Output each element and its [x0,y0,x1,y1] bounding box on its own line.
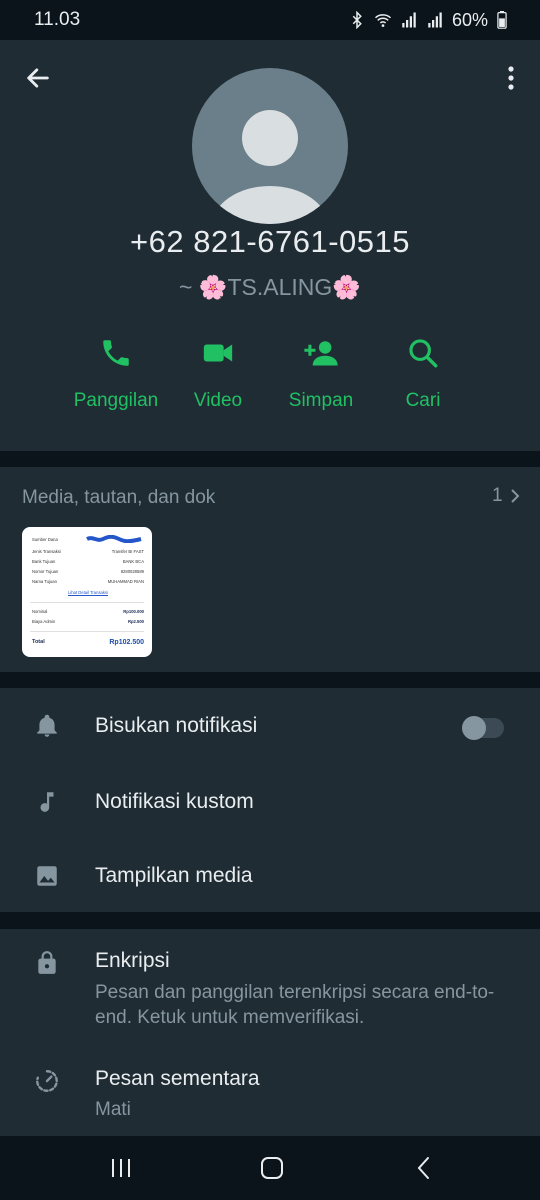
media-visibility-row[interactable]: Tampilkan media [0,840,540,912]
receipt-row: Sumber Dana [32,537,58,542]
custom-notifications-label: Notifikasi kustom [95,790,254,813]
status-bar: 11.03 60% [0,0,540,40]
search-button[interactable]: Cari [363,336,483,426]
disappearing-messages-value: Mati [95,1099,131,1120]
encryption-row[interactable]: Enkripsi Pesan dan panggilan terenkripsi… [0,929,540,1035]
battery-icon [497,11,507,29]
receipt-row: Nominal Rp100.000 [32,609,144,614]
image-icon [37,866,57,886]
lock-icon [38,951,56,974]
status-icons: 60% [348,10,508,31]
chevron-right-icon [510,489,519,503]
add-contact-icon [304,341,338,366]
receipt-row: Biaya Admin Rp2.500 [32,619,144,624]
video-button[interactable]: Video [158,336,278,426]
receipt-total-row: Total Rp102.500 [32,639,144,646]
battery-percent: 60% [451,9,488,30]
media-section[interactable]: Media, tautan, dan dok 1 Sumber Dana Jen… [0,467,540,672]
mute-notifications-label: Bisukan notifikasi [95,714,258,737]
mute-toggle[interactable] [462,716,504,740]
wifi-icon [374,14,391,27]
signal-icon [402,12,416,28]
search-label: Cari [405,390,441,411]
media-visibility-label: Tampilkan media [95,864,253,887]
disappearing-messages-row[interactable]: Pesan sementara Mati [0,1051,540,1131]
search-icon [409,339,438,368]
encryption-subtitle: Pesan dan panggilan terenkripsi secara e… [95,982,495,1028]
contact-alias: ~ 🌸TS.ALING🌸 [179,274,361,300]
video-label: Video [193,390,243,411]
action-bar: Panggilan Video Simpan Cari [0,336,540,426]
media-title: Media, tautan, dan dok [22,487,216,508]
receipt-link: Lihat Detail Transaksi [67,590,109,595]
phone-icon [103,340,129,366]
bluetooth-icon [352,11,362,29]
recent-apps-icon[interactable] [107,1154,135,1182]
receipt-row: Jenis Transaksi Transfer BI FAST [32,549,144,554]
disappearing-messages-title: Pesan sementara [95,1067,260,1090]
contact-header: +62 821-6761-0515 ~ 🌸TS.ALING🌸 Panggilan… [0,40,540,451]
more-options-icon[interactable] [500,64,522,92]
notification-settings: Bisukan notifikasi Notifikasi kustom Tam… [0,688,540,912]
timer-icon [36,1070,58,1092]
back-nav-icon[interactable] [410,1154,438,1182]
media-thumbnail[interactable]: Sumber Dana Jenis Transaksi Transfer BI F… [22,527,152,657]
bell-icon [37,714,57,737]
system-nav-bar [0,1136,540,1200]
receipt-row: Nomor Tujuan 8280028589 [32,569,144,574]
contact-phone: +62 821-6761-0515 [130,224,410,259]
receipt-divider [30,602,144,603]
media-count[interactable]: 1 [492,485,521,507]
encryption-title: Enkripsi [95,949,170,972]
home-icon[interactable] [258,1154,286,1182]
privacy-section: Enkripsi Pesan dan panggilan terenkripsi… [0,929,540,1136]
status-time: 11.03 [34,9,81,30]
receipt-divider [30,631,144,632]
custom-notifications-row[interactable]: Notifikasi kustom [0,766,540,838]
back-arrow-icon[interactable] [24,64,52,92]
media-count-value: 1 [492,485,503,506]
mute-notifications-row[interactable]: Bisukan notifikasi [0,690,540,762]
avatar[interactable] [192,68,348,224]
music-note-icon [40,792,54,812]
receipt-row: Nama Tujuan MUHAMMAD RIAN [32,579,144,584]
default-avatar-icon [212,110,328,224]
video-icon [203,344,233,362]
signal-icon [428,12,442,28]
receipt-row: Bank Tujuan BANK BCA [32,559,144,564]
